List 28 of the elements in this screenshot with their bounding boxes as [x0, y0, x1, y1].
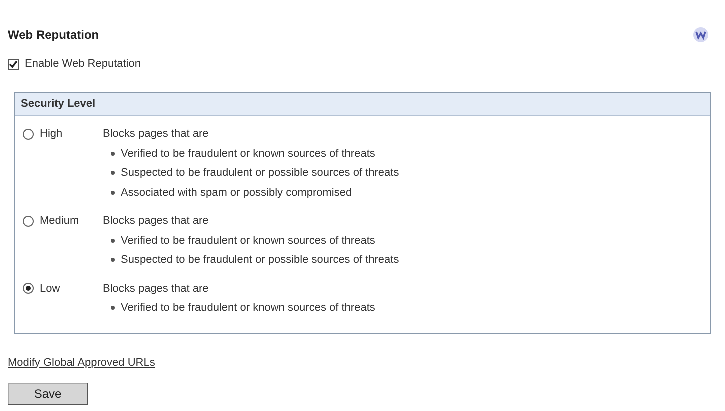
bullet-icon — [111, 152, 115, 156]
bullet-icon — [111, 171, 115, 176]
bullet-icon — [111, 258, 115, 262]
bullet-icon — [111, 238, 115, 243]
level-description: Blocks pages that are — [103, 282, 210, 296]
level-description: Blocks pages that are — [103, 214, 210, 229]
list-item: Associated with spam or possibly compromised — [121, 186, 352, 200]
radio-button[interactable] — [23, 128, 34, 140]
bullet-icon — [111, 306, 115, 310]
panel-header: Security Level — [15, 92, 710, 116]
enable-checkbox[interactable] — [8, 58, 19, 70]
list-item: Verified to be fraudulent or known sources of threats — [121, 301, 376, 316]
radio-label: Low — [40, 282, 60, 296]
radio-label: Medium — [40, 214, 80, 229]
radio-button[interactable] — [23, 216, 34, 227]
help-icon[interactable] — [693, 27, 709, 43]
list-item: Suspected to be fraudulent or possible sources of threats — [121, 253, 400, 268]
save-button[interactable]: Save — [8, 383, 88, 405]
list-item: Suspected to be fraudulent or possible sources of threats — [121, 166, 400, 181]
checkbox-label: Enable Web Reputation — [25, 57, 141, 72]
section-title: Web Reputation — [8, 27, 100, 44]
list-item: Verified to be fraudulent or known sources of threats — [121, 146, 376, 162]
bullet-icon — [111, 190, 115, 195]
list-item: Verified to be fraudulent or known sources of threats — [121, 234, 376, 248]
level-description: Blocks pages that are — [103, 127, 210, 142]
radio-button[interactable] — [23, 283, 34, 294]
approved-urls-link[interactable]: Modify Global Approved URLs — [8, 356, 156, 368]
radio-label: High — [40, 127, 63, 142]
